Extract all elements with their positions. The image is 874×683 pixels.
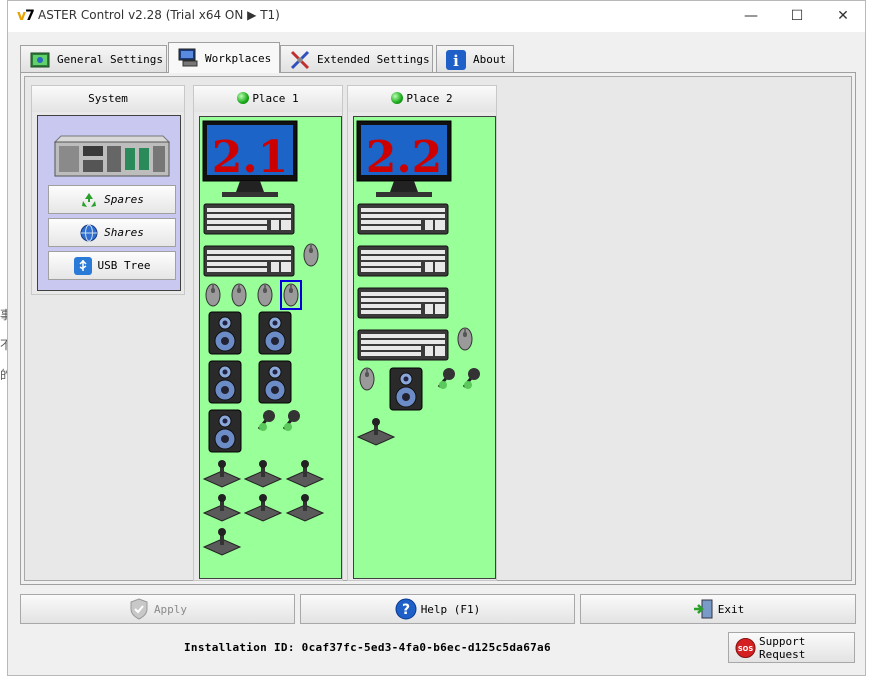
place-2-title: Place 2	[406, 92, 453, 105]
system-header: System	[32, 86, 184, 112]
microphone-icon[interactable]	[280, 409, 302, 433]
speaker-icon[interactable]	[208, 311, 242, 355]
place-2-column: Place 2 2.2	[347, 85, 497, 581]
spares-label: Spares	[104, 193, 144, 206]
speaker-icon[interactable]	[208, 409, 242, 453]
tab-workplaces[interactable]: Workplaces	[168, 42, 280, 73]
joystick-icon[interactable]	[202, 527, 242, 557]
help-label: Help (F1)	[420, 602, 481, 616]
usb-icon	[73, 256, 92, 275]
workplaces-panel: System Spares Shares USB Tree Place 1 2.…	[20, 72, 856, 585]
tab-label: Extended Settings	[317, 53, 430, 66]
exit-label: Exit	[717, 602, 745, 616]
mouse-icon[interactable]	[359, 367, 375, 391]
shield-check-icon	[130, 598, 148, 620]
server-icon	[53, 135, 171, 177]
mouse-icon[interactable]	[457, 327, 473, 351]
keyboard-icon[interactable]	[203, 203, 295, 235]
keyboard-icon[interactable]	[357, 245, 449, 277]
place-1-column: Place 1 2.1	[193, 85, 343, 581]
tab-label: General Settings	[57, 53, 163, 66]
spares-button[interactable]: Spares	[48, 185, 176, 214]
help-button[interactable]: ? Help (F1)	[300, 594, 575, 624]
monitor-icon[interactable]: 2.2	[356, 120, 452, 200]
support-request-button[interactable]: SOS Support Request	[728, 632, 855, 663]
close-button[interactable]: ✕	[820, 1, 866, 32]
sos-icon: SOS	[735, 637, 756, 658]
speaker-icon[interactable]	[258, 360, 292, 404]
tab-about[interactable]: i About	[436, 45, 514, 73]
svg-text:?: ?	[402, 602, 410, 618]
microphone-icon[interactable]	[255, 409, 277, 433]
keyboard-icon[interactable]	[357, 203, 449, 235]
status-online-icon	[237, 92, 250, 104]
keyboard-icon[interactable]	[357, 287, 449, 319]
globe-icon	[80, 224, 98, 241]
place-1-title: Place 1	[252, 92, 299, 105]
general-settings-icon	[30, 52, 50, 67]
usb-tree-button[interactable]: USB Tree	[48, 251, 176, 280]
recycle-icon	[82, 192, 97, 207]
joystick-icon[interactable]	[202, 459, 242, 489]
joystick-icon[interactable]	[243, 459, 283, 489]
app-logo-icon: v7	[17, 8, 35, 24]
place-2-header: Place 2	[348, 86, 496, 112]
mouse-icon[interactable]	[257, 283, 273, 307]
microphone-icon[interactable]	[460, 367, 482, 391]
sos-label: SOS	[738, 644, 754, 652]
tab-label: About	[473, 53, 507, 66]
apply-label: Apply	[153, 602, 188, 616]
mouse-icon-selected[interactable]	[280, 280, 302, 310]
tab-general-settings[interactable]: General Settings	[20, 45, 167, 73]
mouse-icon[interactable]	[205, 283, 221, 307]
installation-id: Installation ID: 0caf37fc-5ed3-4fa0-b6ec…	[184, 641, 551, 654]
joystick-icon[interactable]	[285, 459, 325, 489]
apply-button[interactable]: Apply	[20, 594, 295, 624]
monitor-label: 2.2	[366, 132, 443, 183]
exit-door-icon	[693, 599, 713, 619]
joystick-icon[interactable]	[202, 493, 242, 523]
system-column: System Spares Shares USB Tree	[31, 85, 185, 295]
microphone-icon[interactable]	[435, 367, 457, 391]
keyboard-icon[interactable]	[357, 329, 449, 361]
tab-label: Workplaces	[205, 51, 272, 65]
support-label: Support Request	[759, 634, 806, 661]
exit-button[interactable]: Exit	[580, 594, 856, 624]
maximize-button[interactable]: ☐	[774, 1, 820, 32]
svg-text:i: i	[453, 52, 459, 70]
joystick-icon[interactable]	[243, 493, 283, 523]
workplaces-area: System Spares Shares USB Tree Place 1 2.…	[24, 76, 852, 581]
info-icon: i	[446, 49, 466, 70]
status-online-icon	[391, 92, 404, 104]
tab-extended-settings[interactable]: Extended Settings	[280, 45, 433, 73]
place-2-devices: 2.2	[353, 116, 496, 579]
app-window: v7 ASTER Control v2.28 (Trial x64 ON ▶ T…	[7, 0, 866, 676]
minimize-button[interactable]: —	[728, 1, 774, 32]
usb-tree-label: USB Tree	[97, 259, 151, 272]
monitor-icon[interactable]: 2.1	[202, 120, 298, 200]
speaker-icon[interactable]	[208, 360, 242, 404]
system-box: Spares Shares USB Tree	[37, 115, 181, 291]
extended-settings-icon	[290, 50, 310, 69]
mouse-icon[interactable]	[303, 243, 319, 267]
window-title: ASTER Control v2.28 (Trial x64 ON ▶ T1)	[38, 8, 280, 22]
place-1-devices: 2.1	[199, 116, 342, 579]
monitor-label: 2.1	[212, 132, 289, 183]
help-icon: ?	[395, 598, 417, 620]
joystick-icon[interactable]	[356, 417, 396, 447]
joystick-icon[interactable]	[285, 493, 325, 523]
mouse-icon[interactable]	[231, 283, 247, 307]
shares-label: Shares	[104, 226, 144, 239]
workplaces-icon	[178, 48, 198, 67]
place-1-header: Place 1	[194, 86, 342, 112]
title-bar[interactable]: v7 ASTER Control v2.28 (Trial x64 ON ▶ T…	[8, 1, 865, 32]
shares-button[interactable]: Shares	[48, 218, 176, 247]
keyboard-icon[interactable]	[203, 245, 295, 277]
speaker-icon[interactable]	[258, 311, 292, 355]
speaker-icon[interactable]	[389, 367, 423, 411]
